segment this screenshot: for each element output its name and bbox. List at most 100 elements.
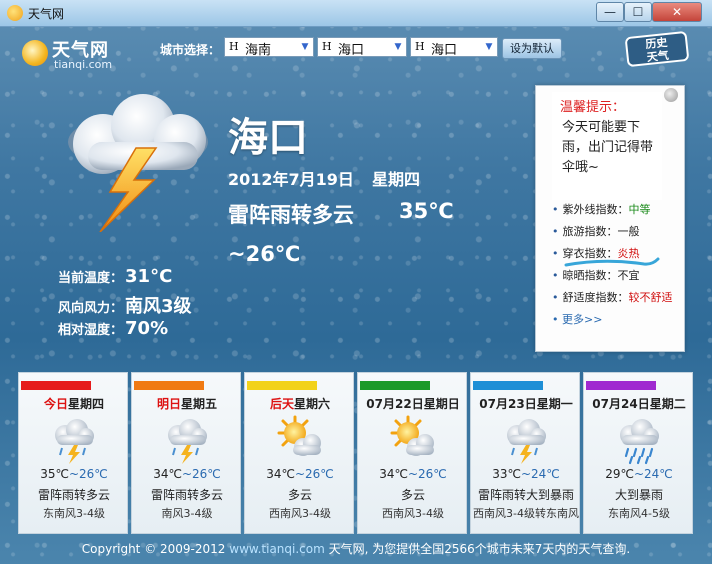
bullet-icon: •: [552, 225, 559, 238]
index-label: 旅游指数：: [562, 225, 618, 238]
day-name: 07月22日星期日: [358, 395, 468, 412]
partly-cloudy-icon: [388, 415, 438, 465]
district-prefix: H: [415, 40, 425, 53]
forecast-day[interactable]: 07月24日星期二 29℃~24℃ 大到暴雨 东南风4-5级: [583, 372, 693, 534]
chevron-down-icon[interactable]: ▼: [483, 40, 495, 54]
day-condition: 多云: [400, 488, 425, 502]
tip-title: 温馨提示：: [560, 100, 626, 115]
chevron-down-icon[interactable]: ▼: [299, 40, 311, 54]
district-value: 海口: [431, 43, 458, 58]
day-color-bar: [360, 381, 430, 390]
forecast-day[interactable]: 明日星期五 34℃~26℃ 雷阵雨转多云 南风3-4级: [131, 372, 241, 534]
day-high: 34℃: [379, 467, 408, 481]
bullet-icon: •: [552, 313, 562, 326]
day-low: ~26℃: [407, 467, 447, 481]
index-label: 穿衣指数：: [562, 247, 618, 260]
day-temp: 35℃~26℃: [19, 467, 129, 481]
day-wind: 西南风3-4级: [269, 507, 331, 520]
day-low: ~24℃: [520, 467, 560, 481]
current-date: 2012年7月19日: [228, 170, 354, 189]
app-icon: [7, 5, 23, 21]
stat-label: 相对湿度：: [58, 323, 124, 338]
footer-link[interactable]: www.tianqi.com: [229, 542, 325, 556]
day-temp: 29℃~24℃: [584, 467, 694, 481]
day-name: 07月24日星期二: [584, 395, 694, 412]
current-weekday: 星期四: [372, 170, 421, 189]
current-city: 海口: [228, 115, 308, 161]
day-suffix: 07月24日星期二: [592, 397, 686, 411]
index-uv: • 紫外线指数：中等: [552, 201, 651, 217]
tips-panel: 温馨提示： 今天可能要下雨，出门记得带伞哦~ • 紫外线指数：中等 • 旅游指数：一…: [535, 85, 685, 352]
city-value: 海口: [338, 43, 365, 58]
day-temp: 34℃~26℃: [245, 467, 355, 481]
day-condition: 多云: [287, 488, 312, 502]
stat-value: 70%: [125, 318, 169, 339]
city-prefix: H: [322, 40, 332, 53]
index-value: 炎热: [617, 247, 640, 260]
close-button[interactable]: ✕: [652, 2, 702, 22]
partly-cloudy-icon: [275, 415, 325, 465]
forecast-day[interactable]: 07月22日星期日 34℃~26℃ 多云 西南风3-4级: [357, 372, 467, 534]
day-condition: 雷阵雨转多云: [150, 488, 223, 502]
day-low: ~26℃: [181, 467, 221, 481]
day-wind: 东南风3-4级: [43, 507, 105, 520]
tip-text: 今天可能要下雨，出门记得带伞哦~: [562, 120, 654, 175]
more-link[interactable]: • 更多>>: [552, 311, 602, 327]
day-high: 34℃: [153, 467, 182, 481]
thunderstorm-icon: [49, 415, 99, 465]
day-color-bar: [134, 381, 204, 390]
day-high: 29℃: [605, 467, 634, 481]
history-weather-button[interactable]: 历史 天气: [624, 30, 690, 68]
current-high-temp: 35℃: [399, 199, 454, 223]
stat-wind: 风向风力： 南风3级: [58, 292, 192, 318]
tianqi-logo[interactable]: 天气网 tianqi.com: [20, 36, 130, 72]
city-select[interactable]: H 海口 ▼: [317, 37, 407, 58]
day-high: 33℃: [492, 467, 521, 481]
day-prefix: 明日: [156, 397, 181, 411]
province-prefix: H: [229, 40, 239, 53]
set-default-button[interactable]: 设为默认: [502, 38, 562, 59]
day-temp: 34℃~26℃: [132, 467, 242, 481]
index-value: 中等: [628, 203, 651, 216]
day-condition: 雷阵雨转大到暴雨: [477, 488, 574, 502]
bullet-icon: •: [552, 269, 559, 282]
day-temp: 33℃~24℃: [471, 467, 581, 481]
stat-value: 31°C: [125, 266, 173, 287]
day-wind: 东南风4-5级: [608, 507, 670, 520]
forecast-day[interactable]: 07月23日星期一 33℃~24℃ 雷阵雨转大到暴雨 西南风3-4级转东南风: [470, 372, 580, 534]
footer: Copyright © 2009-2012 www.tianqi.com 天气网…: [0, 540, 712, 557]
maximize-button[interactable]: ☐: [624, 2, 652, 22]
index-label: 晾晒指数：: [562, 269, 618, 282]
index-value: 较不舒适: [628, 291, 673, 304]
forecast-strip: 今日星期四 35℃~26℃ 雷阵雨转多云 东南风3-4级 明日星期五 34℃~2…: [18, 372, 694, 534]
day-color-bar: [247, 381, 317, 390]
chevron-down-icon[interactable]: ▼: [392, 40, 404, 54]
weather-app-window: 天气网 — ☐ ✕ 天气网 tianqi.com 城市选择： H 海南 ▼ H …: [0, 0, 712, 564]
day-color-bar: [586, 381, 656, 390]
day-prefix: 后天: [269, 397, 294, 411]
day-name: 后天星期六: [245, 395, 355, 412]
bullet-icon: •: [552, 291, 559, 304]
stat-current-temp: 当前温度： 31°C: [58, 266, 172, 287]
day-temp: 34℃~26℃: [358, 467, 468, 481]
forecast-day[interactable]: 后天星期六 34℃~26℃ 多云 西南风3-4级: [244, 372, 354, 534]
index-drying: • 晾晒指数：不宜: [552, 267, 640, 283]
city-select-label: 城市选择：: [160, 43, 221, 57]
day-condition: 大到暴雨: [614, 488, 663, 502]
stat-label: 当前温度：: [58, 271, 124, 286]
sun-logo-icon: [22, 40, 48, 66]
day-name: 07月23日星期一: [471, 395, 581, 412]
day-wind: 西南风3-4级: [382, 507, 444, 520]
index-label: 舒适度指数：: [562, 291, 629, 304]
forecast-day[interactable]: 今日星期四 35℃~26℃ 雷阵雨转多云 东南风3-4级: [18, 372, 128, 534]
stat-value: 南风3级: [125, 296, 192, 317]
index-travel: • 旅游指数：一般: [552, 223, 640, 239]
day-wind: 南风3-4级: [161, 507, 213, 520]
province-select[interactable]: H 海南 ▼: [224, 37, 314, 58]
minimize-button[interactable]: —: [596, 2, 624, 22]
bullet-icon: •: [552, 247, 559, 260]
thunderstorm-icon: [501, 415, 551, 465]
logo-domain: tianqi.com: [54, 58, 113, 71]
district-select[interactable]: H 海口 ▼: [410, 37, 498, 58]
pin-icon: [664, 88, 678, 102]
